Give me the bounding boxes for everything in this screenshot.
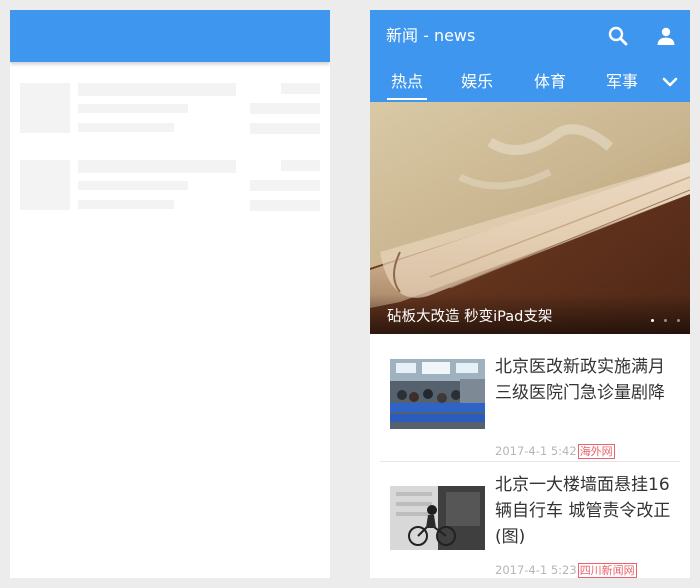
news-source-tag[interactable]: 海外网 [577, 444, 615, 459]
news-title: 北京一大楼墙面悬挂16辆自行车 城管责令改正(图) [495, 475, 671, 547]
app-title: 新闻 - news [386, 26, 476, 45]
category-tabs: 热点 娱乐 体育 军事 [370, 62, 690, 102]
skeleton-line [78, 123, 174, 132]
skeleton-list-item [10, 83, 330, 153]
carousel-indicator [646, 307, 680, 326]
news-title: 北京医改新政实施满月 三级医院门急诊量剧降 [495, 357, 665, 403]
tab-label: 体育 [533, 72, 566, 91]
news-thumbnail [390, 486, 485, 556]
skeleton-line [250, 123, 320, 134]
tab-label: 娱乐 [460, 72, 493, 91]
skeleton-screen [10, 10, 330, 578]
hero-caption-bar: 砧板大改造 秒变iPad支架 [370, 294, 690, 334]
skeleton-line [250, 180, 320, 191]
news-meta: 2017-4-1 5:23 四川新闻网 [495, 563, 637, 578]
tab-sports[interactable]: 体育 [530, 62, 570, 102]
carousel-dot [677, 319, 680, 322]
news-list-item[interactable]: 北京医改新政实施满月 三级医院门急诊量剧降 2017-4-1 5:42 海外网 [380, 344, 680, 462]
skeleton-line [250, 200, 320, 211]
tab-military[interactable]: 军事 [602, 62, 642, 102]
skeleton-line [78, 83, 236, 96]
tab-label: 热点 [390, 72, 423, 91]
skeleton-thumbnail [20, 83, 70, 133]
skeleton-line [78, 104, 188, 113]
hero-caption: 砧板大改造 秒变iPad支架 [387, 309, 553, 325]
user-icon[interactable] [654, 24, 678, 48]
chevron-down-icon[interactable] [658, 70, 682, 94]
active-tab-indicator [387, 98, 427, 100]
skeleton-header [10, 10, 330, 62]
skeleton-line [78, 200, 174, 209]
search-icon[interactable] [606, 24, 630, 48]
app-bar: 新闻 - news [370, 10, 690, 62]
news-time: 2017-4-1 5:23 [495, 563, 577, 577]
news-source-tag[interactable]: 四川新闻网 [577, 563, 637, 578]
news-list-item[interactable]: 北京一大楼墙面悬挂16辆自行车 城管责令改正(图) 2017-4-1 5:23 四… [380, 462, 680, 578]
news-app: 新闻 - news 热点 娱乐 体育 军事 砧板大改造 秒变iPad支架 北京医… [370, 10, 690, 578]
carousel-dot [650, 319, 654, 322]
skeleton-line [78, 181, 188, 190]
hero-carousel[interactable]: 砧板大改造 秒变iPad支架 [370, 102, 690, 334]
news-time: 2017-4-1 5:42 [495, 444, 577, 458]
skeleton-thumbnail [20, 160, 70, 210]
skeleton-list-item [10, 160, 330, 230]
tab-hot[interactable]: 热点 [387, 62, 427, 102]
news-meta: 2017-4-1 5:42 海外网 [495, 444, 615, 459]
skeleton-line [78, 160, 236, 173]
news-thumbnail [390, 359, 485, 429]
skeleton-line [281, 83, 320, 94]
skeleton-line [281, 160, 320, 171]
tab-label: 军事 [605, 72, 638, 91]
carousel-dot [663, 319, 667, 322]
tab-entertainment[interactable]: 娱乐 [457, 62, 497, 102]
skeleton-line [250, 103, 320, 114]
